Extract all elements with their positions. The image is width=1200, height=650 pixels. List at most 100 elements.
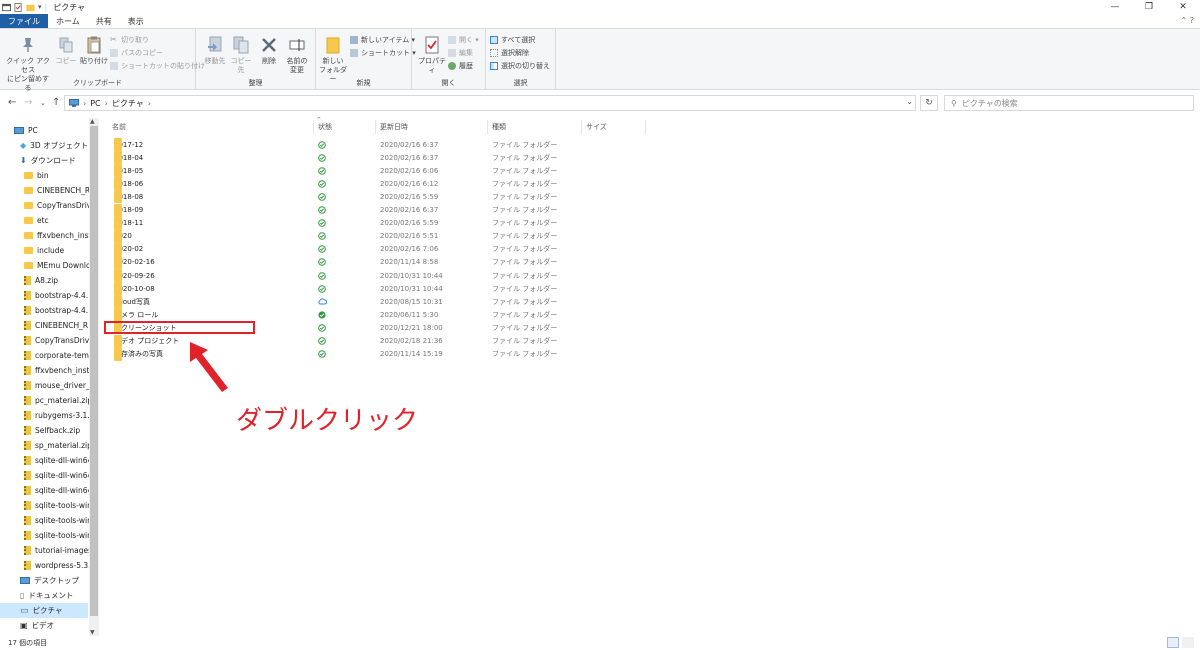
file-row[interactable]: 2018-04 2020/02/16 6:37 ファイル フォルダー	[108, 151, 648, 165]
cut-button[interactable]: ✂ 切り取り	[110, 34, 149, 46]
address-dropdown-icon[interactable]: ⌄	[906, 97, 913, 106]
nav-item[interactable]: sqlite-dll-win64	[0, 453, 92, 468]
nav-item[interactable]: ⬇ ダウンロード	[0, 153, 88, 168]
nav-item[interactable]: corporate-temp	[0, 348, 94, 363]
shortcut-button[interactable]: ショートカット ▾	[350, 47, 416, 59]
delete-button[interactable]: 削除	[258, 35, 280, 66]
file-row[interactable]: 2018-06 2020/02/16 6:12 ファイル フォルダー	[108, 177, 648, 191]
file-row[interactable]: 2020-10-08 2020/10/31 10:44 ファイル フォルダー	[108, 282, 648, 296]
back-icon[interactable]: ←	[8, 97, 16, 108]
nav-item[interactable]: Selfback.zip	[0, 423, 88, 438]
file-row[interactable]: 2020-02-16 2020/11/14 8:58 ファイル フォルダー	[108, 255, 648, 269]
file-row[interactable]: カメラ ロール 2020/06/11 5:30 ファイル フォルダー	[108, 308, 648, 322]
copy-to-button[interactable]: コピー先	[228, 35, 254, 75]
nav-item[interactable]: ◆ 3D オブジェクト	[0, 138, 88, 153]
file-row[interactable]: 2018-05 2020/02/16 6:06 ファイル フォルダー	[108, 164, 648, 178]
nav-item-label: bin	[37, 171, 49, 180]
open-button[interactable]: 開く ▾	[448, 34, 479, 46]
new-item-button[interactable]: 新しいアイテム ▾	[350, 34, 415, 46]
scroll-up-icon[interactable]: ▲	[90, 118, 95, 125]
nav-item[interactable]: bin	[0, 168, 88, 183]
properties-icon[interactable]	[14, 2, 23, 12]
nav-item[interactable]: ▭ ピクチャ	[0, 603, 88, 618]
close-button[interactable]: ✕	[1166, 0, 1200, 14]
forward-icon[interactable]: →	[24, 97, 32, 108]
nav-item[interactable]: ffxvbench_insta	[0, 228, 96, 243]
nav-item[interactable]: pc_material.zip	[0, 393, 92, 408]
file-row[interactable]: 2018-11 2020/02/16 5:59 ファイル フォルダー	[108, 216, 648, 230]
details-view-icon[interactable]	[1167, 637, 1179, 648]
nav-item[interactable]: A8.zip	[0, 273, 88, 288]
edit-button[interactable]: 編集	[448, 47, 473, 59]
nav-item[interactable]: sqlite-tools-win	[0, 498, 92, 513]
nav-item[interactable]: CINEBENCH_R1	[0, 318, 93, 333]
nav-item[interactable]: bootstrap-4.4.1	[0, 288, 93, 303]
file-row[interactable]: 2018-09 2020/02/16 6:37 ファイル フォルダー	[108, 203, 648, 217]
nav-item[interactable]: include	[0, 243, 88, 258]
file-row[interactable]: 2017-12 2020/02/16 6:37 ファイル フォルダー	[108, 138, 648, 151]
nav-item[interactable]: デスクトップ	[0, 573, 88, 588]
history-button[interactable]: 履歴	[448, 60, 473, 72]
file-row[interactable]: 2020-02 2020/02/16 7:06 ファイル フォルダー	[108, 242, 648, 256]
paste-shortcut-button[interactable]: ショートカットの貼り付け	[110, 60, 205, 72]
nav-item[interactable]: sp_material.zip	[0, 438, 92, 453]
nav-item[interactable]: PC	[0, 123, 88, 138]
tab-file[interactable]: ファイル	[0, 14, 48, 28]
maximize-button[interactable]: ❐	[1132, 0, 1166, 14]
search-input[interactable]: ⚲ ピクチャの検索	[944, 95, 1194, 111]
invert-selection-button[interactable]: 選択の切り替え	[490, 60, 550, 72]
nav-item[interactable]: sqlite-dll-win64	[0, 468, 92, 483]
new-folder-button[interactable]: 新しい フォルダー	[318, 35, 348, 84]
scroll-thumb[interactable]	[90, 126, 98, 616]
nav-item[interactable]: bootstrap-4.4.1	[0, 303, 93, 318]
nav-item[interactable]: CopyTransDrive	[0, 198, 96, 213]
up-icon[interactable]: ↑	[52, 97, 60, 108]
properties-button[interactable]: プロパティ	[416, 35, 448, 75]
rename-button[interactable]: 名前の 変更	[284, 35, 310, 75]
column-header-status[interactable]: 状態	[314, 120, 376, 134]
move-to-button[interactable]: 移動先	[202, 35, 228, 66]
nav-item[interactable]: sqlite-dll-win64	[0, 483, 92, 498]
nav-item[interactable]: sqlite-tools-win	[0, 528, 92, 543]
customize-quick-access-icon[interactable]: ▾	[38, 3, 42, 11]
nav-item[interactable]: rubygems-3.1.2	[0, 408, 94, 423]
file-row[interactable]: 2020-09-26 2020/10/31 10:44 ファイル フォルダー	[108, 269, 648, 282]
paste-button[interactable]: 貼り付け	[80, 35, 108, 66]
nav-item[interactable]: ▯ ドキュメント	[0, 588, 88, 603]
column-header-size[interactable]: サイズ	[582, 120, 646, 134]
new-folder-icon[interactable]	[26, 3, 35, 12]
column-header-date[interactable]: 更新日時	[376, 120, 488, 134]
nav-scrollbar[interactable]: ▲ ▼	[89, 118, 99, 636]
refresh-button[interactable]: ↻	[920, 95, 938, 111]
tab-home[interactable]: ホーム	[48, 14, 88, 28]
nav-item[interactable]: ▣ ビデオ	[0, 618, 88, 633]
nav-item[interactable]: MEmu Downloa	[0, 258, 95, 273]
file-row[interactable]: 2018-08 2020/02/16 5:59 ファイル フォルダー	[108, 190, 648, 204]
column-header-name[interactable]: 名前	[108, 120, 314, 134]
nav-item[interactable]: CopyTransDrive	[0, 333, 94, 348]
nav-item[interactable]: CINEBENCH_R1	[0, 183, 95, 198]
file-row[interactable]: 2020 2020/02/16 5:51 ファイル フォルダー	[108, 229, 648, 243]
scroll-down-icon[interactable]: ▼	[90, 629, 95, 636]
breadcrumb-pictures[interactable]: ピクチャ	[112, 98, 144, 109]
select-none-button[interactable]: 選択解除	[490, 47, 529, 59]
nav-item[interactable]: sqlite-tools-win	[0, 513, 92, 528]
nav-item[interactable]: tutorial-images	[0, 543, 92, 558]
nav-item[interactable]: ffxvbench_insta	[0, 363, 94, 378]
column-header-type[interactable]: 種類	[488, 120, 582, 134]
nav-item[interactable]: mouse_driver_n	[0, 378, 95, 393]
nav-item[interactable]: etc	[0, 213, 88, 228]
address-bar[interactable]: › PC › ピクチャ › ⌄	[64, 95, 916, 111]
tab-view[interactable]: 表示	[120, 14, 152, 28]
tab-share[interactable]: 共有	[88, 14, 120, 28]
help-icon[interactable]: ⌃ ?	[1181, 16, 1195, 25]
breadcrumb-pc[interactable]: PC	[90, 99, 100, 108]
recent-locations-icon[interactable]: ⌄	[40, 99, 46, 107]
copy-path-button[interactable]: パスのコピー	[110, 47, 163, 59]
large-icons-view-icon[interactable]	[1182, 637, 1194, 648]
select-all-button[interactable]: すべて選択	[490, 34, 535, 46]
copy-button[interactable]: コピー	[55, 35, 77, 66]
file-row[interactable]: iCloud写真 2020/08/15 10:31 ファイル フォルダー	[108, 295, 648, 309]
nav-item[interactable]: wordpress-5.3.2	[0, 558, 95, 573]
minimize-button[interactable]: —	[1098, 0, 1132, 14]
